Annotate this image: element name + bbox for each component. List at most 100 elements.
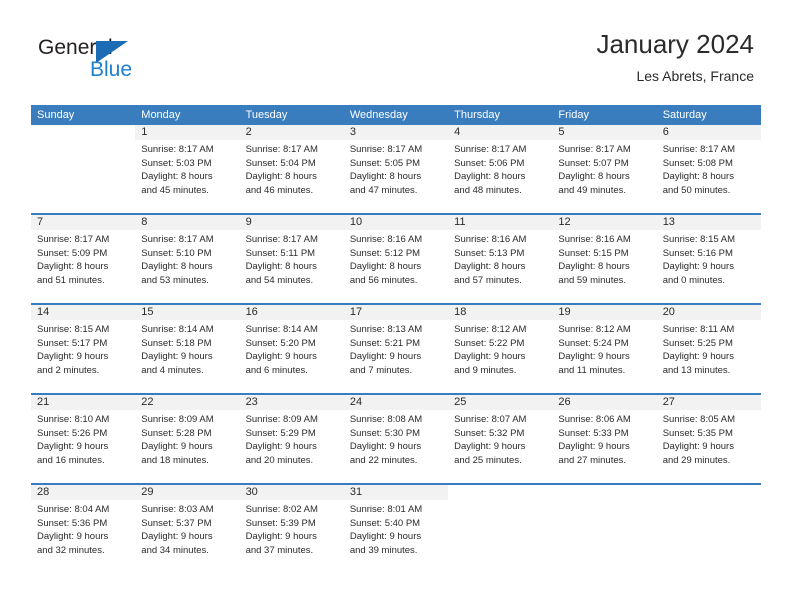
day-number-band: 12 <box>552 215 657 230</box>
day-cell[interactable]: 31 Sunrise: 8:01 AM Sunset: 5:40 PM Dayligh… <box>343 485 449 573</box>
day-cell[interactable]: 3 Sunrise: 8:17 AM Sunset: 5:05 PM Daylight… <box>343 125 449 213</box>
day-cell[interactable]: 23 Sunrise: 8:09 AM Sunset: 5:29 PM Dayligh… <box>239 395 344 483</box>
weekday-header-tuesday: Tuesday <box>245 109 288 121</box>
day-cell[interactable]: 11 Sunrise: 8:16 AM Sunset: 5:13 PM Dayligh… <box>448 215 553 303</box>
day-cell[interactable]: 22 Sunrise: 8:09 AM Sunset: 5:28 PM Dayligh… <box>135 395 240 483</box>
sunset-text: Sunset: 5:08 PM <box>662 157 733 169</box>
day-number: 13 <box>662 216 675 228</box>
daylight-text-line2: and 20 minutes. <box>245 454 314 466</box>
daylight-text-line2: and 57 minutes. <box>454 274 522 286</box>
sunset-text: Sunset: 5:35 PM <box>662 427 733 439</box>
day-cell[interactable]: 30 Sunrise: 8:02 AM Sunset: 5:39 PM Dayligh… <box>239 485 344 573</box>
day-cell[interactable]: 17 Sunrise: 8:13 AM Sunset: 5:21 PM Dayligh… <box>343 305 449 393</box>
day-cell[interactable]: 19 Sunrise: 8:12 AM Sunset: 5:24 PM Dayligh… <box>552 305 657 393</box>
weekday-header-friday: Friday <box>558 109 589 121</box>
sunrise-text: Sunrise: 8:06 AM <box>558 414 631 425</box>
day-number: 25 <box>454 396 467 408</box>
day-number-band: 29 <box>135 485 240 500</box>
sunrise-text: Sunrise: 8:04 AM <box>37 504 110 515</box>
daylight-text-line2: and 0 minutes. <box>662 274 726 286</box>
day-cell[interactable]: 15 Sunrise: 8:14 AM Sunset: 5:18 PM Dayligh… <box>135 305 240 393</box>
sunrise-text: Sunrise: 8:17 AM <box>662 144 736 155</box>
day-number-band: 11 <box>448 215 553 230</box>
daylight-text-line2: and 9 minutes. <box>454 364 517 376</box>
day-cell[interactable]: 5 Sunrise: 8:17 AM Sunset: 5:07 PM Daylight… <box>552 125 657 213</box>
day-cell[interactable]: 26 Sunrise: 8:06 AM Sunset: 5:33 PM Dayligh… <box>552 395 657 483</box>
day-cell[interactable]: 9 Sunrise: 8:17 AM Sunset: 5:11 PM Daylight… <box>239 215 344 303</box>
day-cell[interactable]: 21 Sunrise: 8:10 AM Sunset: 5:26 PM Dayligh… <box>31 395 136 483</box>
day-details: Sunrise: 8:07 AM Sunset: 5:32 PM Daylight:… <box>448 410 552 467</box>
day-number: 31 <box>349 486 363 498</box>
day-number-band <box>448 485 553 500</box>
day-number: 9 <box>245 216 252 228</box>
calendar-page: General Blue January 2024 Les Abrets, Fr… <box>0 0 792 612</box>
calendar-week-row: 21 Sunrise: 8:10 AM Sunset: 5:26 PM Dayligh… <box>31 393 761 483</box>
day-cell[interactable]: 2 Sunrise: 8:17 AM Sunset: 5:04 PM Daylight… <box>239 125 344 213</box>
day-cell[interactable]: 27 Sunrise: 8:05 AM Sunset: 5:35 PM Dayligh… <box>656 395 761 483</box>
day-details: Sunrise: 8:17 AM Sunset: 5:07 PM Daylight:… <box>552 140 656 197</box>
general-blue-logo[interactable]: General Blue <box>38 36 168 84</box>
day-cell[interactable]: 14 Sunrise: 8:15 AM Sunset: 5:17 PM Dayligh… <box>31 305 136 393</box>
day-number: 23 <box>245 396 258 408</box>
daylight-text-line1: Daylight: 9 hours <box>141 531 213 542</box>
day-number: 11 <box>454 216 466 228</box>
day-cell[interactable]: 13 Sunrise: 8:15 AM Sunset: 5:16 PM Dayligh… <box>656 215 761 303</box>
daylight-text-line2: and 45 minutes. <box>141 184 209 196</box>
day-details: Sunrise: 8:01 AM Sunset: 5:40 PM Daylight:… <box>344 500 448 557</box>
day-cell[interactable]: 28 Sunrise: 8:04 AM Sunset: 5:36 PM Dayligh… <box>31 485 136 573</box>
daylight-text-line2: and 27 minutes. <box>558 454 627 466</box>
sunset-text: Sunset: 5:06 PM <box>454 157 525 169</box>
daylight-text-line1: Daylight: 9 hours <box>37 351 109 362</box>
calendar-week-row: 1 Sunrise: 8:17 AM Sunset: 5:03 PM Daylight… <box>31 125 761 213</box>
sunset-text: Sunset: 5:03 PM <box>141 157 212 169</box>
sunrise-text: Sunrise: 8:12 AM <box>558 324 631 335</box>
day-number: 10 <box>349 216 363 228</box>
day-number: 17 <box>349 306 363 318</box>
day-number: 2 <box>245 126 252 138</box>
day-cell[interactable]: 8 Sunrise: 8:17 AM Sunset: 5:10 PM Daylight… <box>135 215 240 303</box>
sunset-text: Sunset: 5:12 PM <box>349 247 421 259</box>
day-details: Sunrise: 8:17 AM Sunset: 5:06 PM Daylight:… <box>448 140 552 197</box>
daylight-text-line1: Daylight: 8 hours <box>558 171 630 182</box>
weekday-header-thursday: Thursday <box>454 109 500 121</box>
daylight-text-line2: and 32 minutes. <box>37 544 105 556</box>
day-number: 5 <box>558 126 565 138</box>
day-number-band: 25 <box>448 395 553 410</box>
day-cell[interactable]: 7 Sunrise: 8:17 AM Sunset: 5:09 PM Daylight… <box>31 215 136 303</box>
day-cell[interactable]: 25 Sunrise: 8:07 AM Sunset: 5:32 PM Dayligh… <box>448 395 553 483</box>
day-cell[interactable]: 18 Sunrise: 8:12 AM Sunset: 5:22 PM Dayligh… <box>448 305 553 393</box>
day-number: 7 <box>37 216 44 228</box>
day-cell[interactable]: 1 Sunrise: 8:17 AM Sunset: 5:03 PM Daylight… <box>135 125 240 213</box>
day-number-band: 21 <box>31 395 136 410</box>
day-cell[interactable]: 4 Sunrise: 8:17 AM Sunset: 5:06 PM Daylight… <box>448 125 553 213</box>
day-details: Sunrise: 8:14 AM Sunset: 5:18 PM Daylight:… <box>135 320 239 377</box>
sunrise-text: Sunrise: 8:17 AM <box>141 234 214 245</box>
day-cell[interactable]: 20 Sunrise: 8:11 AM Sunset: 5:25 PM Dayligh… <box>656 305 761 393</box>
day-cell[interactable]: 10 Sunrise: 8:16 AM Sunset: 5:12 PM Dayligh… <box>343 215 449 303</box>
day-cell[interactable]: 16 Sunrise: 8:14 AM Sunset: 5:20 PM Dayligh… <box>239 305 344 393</box>
day-cell[interactable]: 6 Sunrise: 8:17 AM Sunset: 5:08 PM Daylight… <box>656 125 761 213</box>
sunset-text: Sunset: 5:18 PM <box>141 337 212 349</box>
sunrise-text: Sunrise: 8:11 AM <box>662 324 735 335</box>
sunset-text: Sunset: 5:26 PM <box>37 427 108 439</box>
day-number: 27 <box>662 396 675 408</box>
day-number: 26 <box>558 396 571 408</box>
day-number-band: 8 <box>135 215 240 230</box>
daylight-text-line1: Daylight: 9 hours <box>349 441 422 452</box>
day-cell[interactable]: 24 Sunrise: 8:08 AM Sunset: 5:30 PM Dayligh… <box>343 395 449 483</box>
day-details: Sunrise: 8:16 AM Sunset: 5:12 PM Daylight:… <box>344 230 448 287</box>
day-number: 14 <box>37 306 50 318</box>
day-details: Sunrise: 8:17 AM Sunset: 5:09 PM Daylight:… <box>31 230 135 287</box>
day-details: Sunrise: 8:11 AM Sunset: 5:25 PM Daylight:… <box>657 320 761 377</box>
daylight-text-line2: and 37 minutes. <box>245 544 314 556</box>
day-cell[interactable]: 29 Sunrise: 8:03 AM Sunset: 5:37 PM Dayligh… <box>135 485 240 573</box>
day-cell[interactable]: 12 Sunrise: 8:16 AM Sunset: 5:15 PM Dayligh… <box>552 215 657 303</box>
sunrise-text: Sunrise: 8:05 AM <box>662 414 736 425</box>
day-number-band: 28 <box>31 485 136 500</box>
day-details: Sunrise: 8:03 AM Sunset: 5:37 PM Daylight:… <box>135 500 239 557</box>
daylight-text-line1: Daylight: 8 hours <box>37 261 109 272</box>
day-number: 16 <box>245 306 258 318</box>
daylight-text-line2: and 51 minutes. <box>37 274 105 286</box>
daylight-text-line1: Daylight: 9 hours <box>558 441 630 452</box>
day-number: 29 <box>141 486 154 498</box>
